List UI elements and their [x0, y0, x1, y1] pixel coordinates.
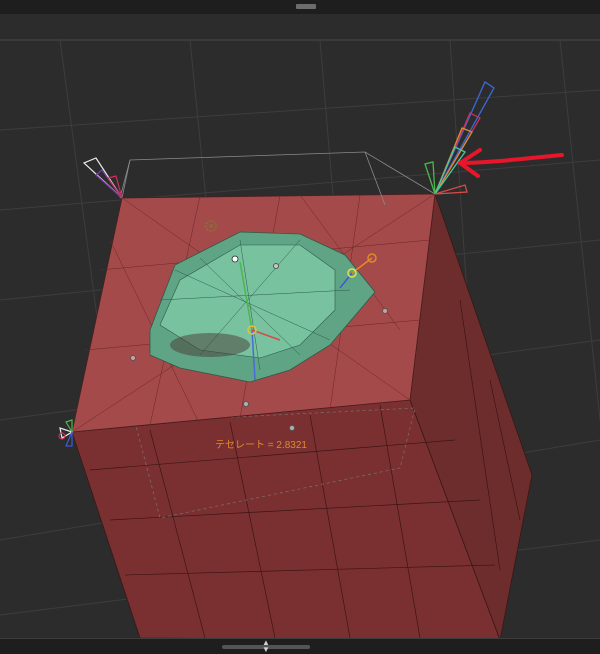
- cutout-shadow: [170, 333, 250, 357]
- corner-gizmo-top-left[interactable]: [82, 157, 123, 199]
- annotation-arrow: [458, 148, 564, 178]
- scene-canvas[interactable]: テセレート = 2.8321: [0, 14, 600, 638]
- top-panel-bar: [0, 0, 600, 15]
- corner-gizmo-bottom-left[interactable]: [58, 419, 74, 447]
- panel-resize-handle-icon[interactable]: [296, 4, 316, 9]
- collapse-expand-icon[interactable]: ▲ ▼: [258, 639, 274, 654]
- tessellation-label: テセレート = 2.8321: [215, 439, 307, 451]
- 3d-viewport[interactable]: テセレート = 2.8321: [0, 14, 600, 638]
- bottom-panel-bar: ▲ ▼: [0, 638, 600, 654]
